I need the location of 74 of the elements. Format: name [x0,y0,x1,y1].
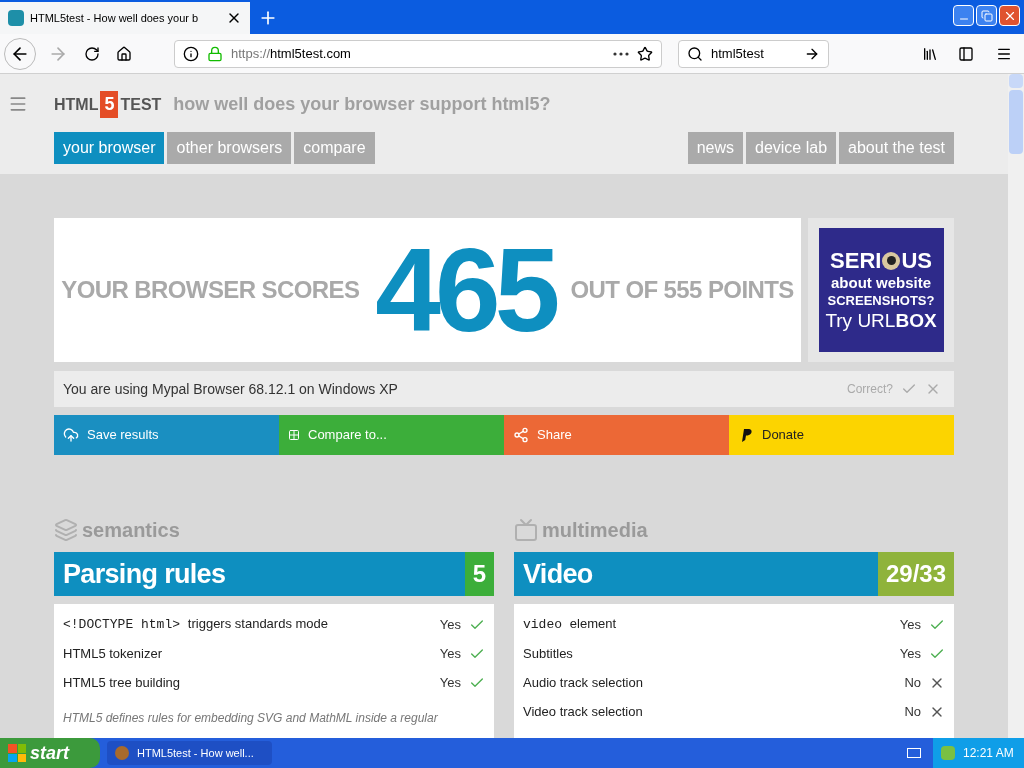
section-title: Parsing rules [62,557,227,591]
info-icon [183,45,199,62]
test-name: <!DOCTYPE html> triggers standards mode [63,615,330,635]
restore-icon [980,9,993,22]
browser-tab[interactable]: HTML5test - How well does your b [0,2,250,34]
nav-tab[interactable]: device lab [746,132,837,164]
test-result: Yes [439,615,461,634]
ad-text: Try URLBOX [825,309,937,334]
nav-tab[interactable]: about the test [839,132,954,164]
logo: HTML 5 TEST [54,91,162,118]
ad-text: SERI [830,246,882,275]
action-button[interactable]: Save results [54,415,279,455]
correct-question: Correct? [847,381,893,398]
test-name: HTML5 tree building [63,673,182,692]
score-label: YOUR BROWSER SCORES [61,275,360,305]
test-name: Subtitles [523,644,574,663]
tab-title: HTML5test - How well does your b [30,10,200,26]
tagline: how well does your browser support html5? [173,93,551,116]
action-button[interactable]: Share [504,415,729,455]
ad-text: about website [831,274,931,294]
action-button[interactable]: Compare to... [279,415,504,455]
nav-tab[interactable]: other browsers [167,132,292,164]
cloud-upload-icon [63,427,79,443]
section-note: HTML5 defines rules for embedding SVG and MathML inside a regular [63,710,439,727]
ad-text: US [901,246,932,275]
library-icon[interactable] [922,45,938,62]
lock-icon [207,45,223,62]
sidebar-icon[interactable] [958,45,974,62]
category-title: semantics [82,518,180,543]
more-icon[interactable] [613,51,629,56]
share-icon [513,427,529,443]
restore-button[interactable] [976,5,997,26]
grid-icon [288,429,300,441]
layers-icon [54,518,78,542]
eye-icon [882,251,901,270]
section-title: Video [522,557,594,591]
score-label: OUT OF 555 POINTS [570,275,794,305]
section-score: 5 [464,552,494,596]
screen-icon [514,518,538,542]
ad-banner[interactable]: SERI US about website SCREENSHOTS? Try URLBOX [818,228,944,352]
windows-flag-icon [8,744,26,762]
search-text: html5test [711,44,765,63]
test-result: Yes [439,644,461,663]
section-score: 29/33 [877,552,954,596]
taskbar-task[interactable]: HTML5test - How well... [107,741,272,765]
minimize-button[interactable] [953,5,974,26]
bookmark-icon[interactable] [637,45,653,62]
test-result: No [904,702,921,721]
score-value: 465 [375,231,555,349]
test-name: Video track selection [523,702,644,721]
scrollbar[interactable] [1008,74,1024,738]
ad-text: SCREENSHOTS? [827,293,935,310]
test-result: Yes [439,673,461,692]
search-field[interactable]: html5test [678,39,829,68]
test-name: HTML5 tokenizer [63,644,163,663]
nav-tab[interactable]: news [687,132,743,164]
nav-tab[interactable]: your browser [54,132,165,164]
detected-text: You are using Mypal Browser 68.12.1 on Windows XP [63,379,399,399]
url-text: https://html5test.com [231,44,352,63]
close-button[interactable] [999,5,1020,26]
test-name: video element [523,615,618,635]
home-icon[interactable] [116,45,132,62]
clock: 12:21 AM [963,745,1014,762]
test-result: No [904,673,921,692]
reload-icon[interactable] [84,45,100,62]
action-button[interactable]: Donate [729,415,954,455]
address-bar[interactable]: https://html5test.com [174,39,662,68]
test-result: Yes [899,615,921,634]
category-title: multimedia [542,518,648,543]
nav-tab[interactable]: compare [294,132,375,164]
start-button[interactable]: start [0,738,100,768]
test-name: Audio track selection [523,673,644,692]
search-icon [687,45,703,62]
test-result: Yes [899,644,921,663]
